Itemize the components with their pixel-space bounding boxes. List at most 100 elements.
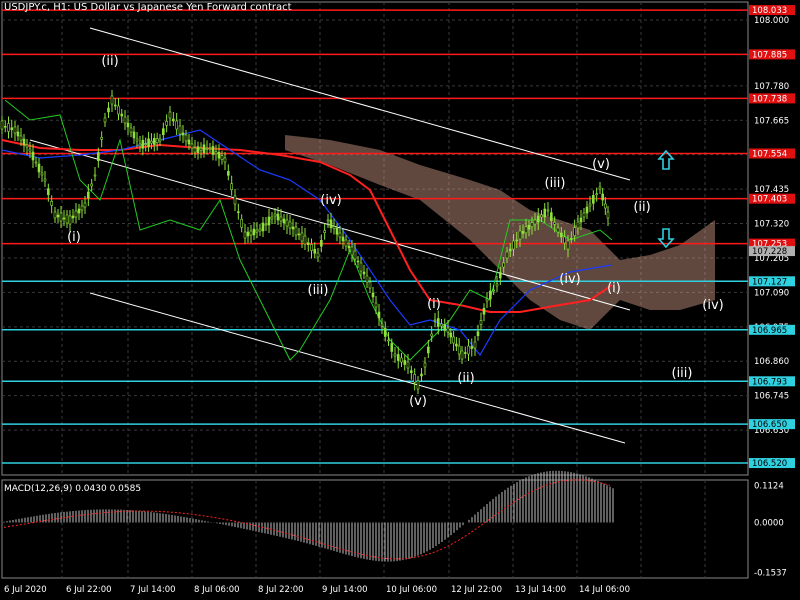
candle-body <box>276 213 280 221</box>
current-price-label: 107.228 <box>752 247 787 257</box>
y-tick-label: 107.090 <box>754 288 789 298</box>
candle-body <box>56 214 60 218</box>
candle-body <box>573 227 576 236</box>
candle-body <box>423 362 427 368</box>
candle-body <box>297 233 301 236</box>
candle-body <box>310 244 313 251</box>
y-tick-label: 107.435 <box>754 185 789 195</box>
candle-body <box>540 214 543 218</box>
x-tick-label: 8 Jul 06:00 <box>194 585 240 595</box>
candle-body <box>107 107 110 113</box>
candle-body <box>196 146 200 153</box>
candle-body <box>227 171 230 176</box>
candle-body <box>430 333 433 337</box>
candle-body <box>505 251 509 259</box>
candle-body <box>141 139 145 149</box>
candle-body <box>512 240 515 250</box>
main-plot-frame <box>1 1 749 476</box>
candle-body <box>460 350 464 360</box>
candle-body <box>467 345 470 355</box>
candle-body <box>485 298 489 302</box>
candle-body <box>126 122 130 128</box>
candle-body <box>350 246 354 256</box>
candle-body <box>258 228 262 232</box>
candle-body <box>62 217 66 220</box>
candle-body <box>533 219 537 225</box>
resistance-price-label: 107.403 <box>752 195 787 205</box>
candle-body <box>223 157 227 163</box>
candle-body <box>190 143 194 149</box>
candle-body <box>446 327 450 333</box>
candle-body <box>300 232 304 242</box>
wave-label: (i) <box>607 281 621 296</box>
candle-body <box>436 318 440 327</box>
candle-body <box>211 146 215 155</box>
x-tick-label: 6 Jul 22:00 <box>66 585 112 595</box>
wave-label: (ii) <box>457 371 474 386</box>
candle-body <box>365 275 369 283</box>
candle-body <box>606 211 610 219</box>
candle-body <box>579 217 583 223</box>
candle-body <box>566 240 570 250</box>
chart-window: 108.000107.885107.780107.665107.550107.4… <box>0 0 800 600</box>
candle-body <box>332 226 336 229</box>
candle-body <box>31 151 35 161</box>
candle-body <box>449 332 453 338</box>
candle-body <box>326 219 330 222</box>
candle-body <box>205 148 209 150</box>
candle-body <box>113 104 117 107</box>
candle-body <box>410 370 413 373</box>
candle-body <box>553 222 556 225</box>
candle-body <box>10 127 14 131</box>
candle-body <box>546 209 550 212</box>
candle-body <box>74 210 78 218</box>
candle-body <box>252 228 256 236</box>
candle-body <box>455 343 458 347</box>
candle-body <box>479 320 483 325</box>
wave-label: (v) <box>592 157 610 172</box>
candle-body <box>489 290 492 300</box>
candle-body <box>413 374 416 383</box>
resistance-price-label: 107.885 <box>752 50 787 60</box>
price-chart[interactable]: 108.000107.885107.780107.665107.550107.4… <box>0 0 800 600</box>
candle-body <box>476 331 480 337</box>
candle-body <box>362 271 366 275</box>
candle-body <box>237 211 240 213</box>
candle-body <box>518 230 522 240</box>
candle-body <box>172 118 175 122</box>
candle-body <box>202 144 206 154</box>
candle-body <box>3 125 7 128</box>
candle-body <box>214 151 218 155</box>
candle-body <box>576 221 580 229</box>
candle-body <box>316 252 320 258</box>
candle-body <box>150 140 153 144</box>
candle-body <box>181 132 185 136</box>
candle-body <box>43 178 47 182</box>
candle-body <box>135 138 139 142</box>
wave-label: (i) <box>427 297 441 312</box>
candle-body <box>53 211 57 219</box>
candle-body <box>508 248 512 252</box>
candle-body <box>344 239 348 247</box>
wave-label: (ii) <box>633 200 650 215</box>
candle-body <box>440 323 443 327</box>
x-tick-label: 8 Jul 22:00 <box>258 585 304 595</box>
candle-body <box>377 311 381 319</box>
candle-body <box>359 262 363 272</box>
candle-body <box>556 227 560 233</box>
candle-body <box>585 206 589 214</box>
candle-body <box>563 236 566 244</box>
y-tick-label: 108.000 <box>754 16 789 26</box>
candle-body <box>233 195 237 205</box>
candle-body <box>320 240 323 247</box>
candle-body <box>267 216 271 226</box>
candle-body <box>50 201 53 206</box>
candle-body <box>13 126 17 134</box>
candle-body <box>87 191 90 199</box>
candle-body <box>47 188 50 195</box>
candle-body <box>598 186 602 190</box>
candle-body <box>187 139 191 145</box>
wave-label: (i) <box>67 230 81 245</box>
y-tick-label: 107.320 <box>754 220 789 230</box>
candle-body <box>168 111 172 119</box>
